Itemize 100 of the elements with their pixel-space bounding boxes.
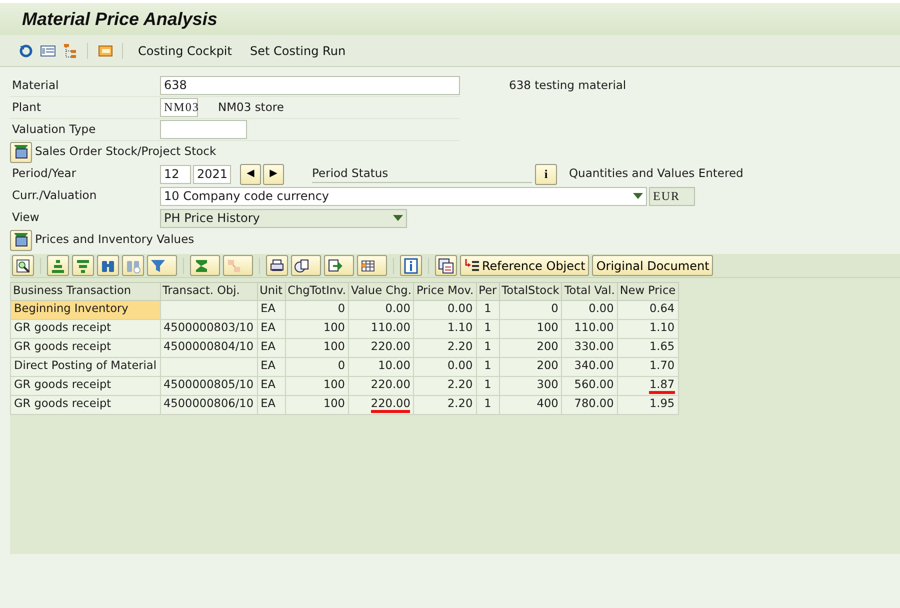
table-cell: 2.20 xyxy=(414,376,476,396)
refresh-icon[interactable] xyxy=(18,42,34,58)
table-cell: GR goods receipt xyxy=(10,319,160,338)
field-description: NM03 store xyxy=(218,98,284,116)
toolbar-button[interactable] xyxy=(435,255,457,276)
table-cell: GR goods receipt xyxy=(10,395,160,414)
table-cell: 400 xyxy=(499,395,562,414)
toolbar-button[interactable] xyxy=(400,255,422,276)
dropdown-arrow-icon xyxy=(393,215,403,221)
table-cell: 100 xyxy=(285,376,348,396)
column-header[interactable]: Value Chg. xyxy=(348,282,414,300)
toolbar-button[interactable] xyxy=(324,255,354,276)
field-label: View xyxy=(11,209,40,226)
next-button[interactable]: ▶ xyxy=(263,164,284,184)
table-cell: 1.10 xyxy=(617,319,678,338)
dropdown-field[interactable]: 10 Company code currency xyxy=(160,186,647,206)
table-cell: 220.00 xyxy=(348,338,414,358)
toolbar-button[interactable]: Reference Object xyxy=(460,255,590,276)
toolbar-button[interactable]: Original Document xyxy=(592,255,714,276)
table-cell: 100 xyxy=(285,395,348,414)
column-header[interactable]: ChgTotInv. xyxy=(285,282,348,300)
table-cell: 100 xyxy=(285,338,348,358)
export-icon xyxy=(327,258,343,274)
sort-descending-icon xyxy=(75,258,91,274)
reference-icon xyxy=(464,258,480,274)
table-cell: EA xyxy=(257,395,286,414)
info-icon xyxy=(403,258,419,274)
table-cell: 1 xyxy=(476,376,500,396)
table-cell: EA xyxy=(257,338,286,358)
list-icon[interactable] xyxy=(40,42,56,58)
table-cell: 10.00 xyxy=(348,357,414,376)
table-cell: 4500000804/10 xyxy=(160,338,258,358)
input-field[interactable]: 2021 xyxy=(193,164,231,184)
toolbar-button[interactable] xyxy=(291,255,321,276)
table-cell: Direct Posting of Material xyxy=(10,357,160,376)
toolbar-button[interactable]: Set Costing Run xyxy=(244,42,352,60)
field-label: Curr./Valuation xyxy=(11,187,98,204)
toolbar-button[interactable]: Costing Cockpit xyxy=(132,42,238,60)
table-cell: EA xyxy=(257,319,286,338)
table-cell: 100 xyxy=(285,319,348,338)
info-button[interactable]: i xyxy=(535,164,557,184)
filter-icon xyxy=(150,258,166,274)
hierarchy-icon[interactable] xyxy=(62,42,78,58)
sort-ascending-icon xyxy=(50,258,66,274)
table-cell: 0.00 xyxy=(348,300,414,320)
table-cell: 2.20 xyxy=(414,395,476,414)
section-toggle-button[interactable] xyxy=(10,142,32,162)
column-header[interactable]: Total Val. xyxy=(562,282,618,300)
field-label: Period/Year xyxy=(11,165,78,182)
table-cell: 1.65 xyxy=(617,338,678,358)
table-cell: 0.00 xyxy=(414,300,476,320)
table-cell: 780.00 xyxy=(562,395,618,414)
table-cell: 1 xyxy=(476,338,500,358)
input-field[interactable]: 638 xyxy=(160,76,460,95)
column-header[interactable]: Per xyxy=(476,282,500,300)
table-cell: GR goods receipt xyxy=(10,338,160,358)
table-cell: 1.10 xyxy=(414,319,476,338)
table-cell: 1 xyxy=(476,319,500,338)
column-header[interactable]: TotalStock xyxy=(499,282,562,300)
table-cell: 1 xyxy=(476,357,500,376)
layout-icon xyxy=(360,258,376,274)
column-header[interactable]: Business Transaction xyxy=(10,282,160,300)
input-field[interactable]: 12 xyxy=(160,164,191,184)
print-icon xyxy=(269,258,285,274)
table-cell: 0.00 xyxy=(414,357,476,376)
table-cell: 300 xyxy=(499,376,562,396)
toolbar-button[interactable] xyxy=(12,255,34,276)
table-cell: 1 xyxy=(476,300,500,320)
table-cell: Beginning Inventory xyxy=(10,300,160,320)
table-cell: 100 xyxy=(499,319,562,338)
input-field[interactable]: NM03 xyxy=(160,98,198,117)
table-cell: 4500000803/10 xyxy=(160,319,258,338)
column-header[interactable]: Price Mov. xyxy=(414,282,476,300)
table-cell: 200 xyxy=(499,357,562,376)
table-cell: EA xyxy=(257,376,286,396)
currency-field[interactable]: EUR xyxy=(649,186,695,206)
column-header[interactable]: New Price xyxy=(617,282,678,300)
section-label: Sales Order Stock/Project Stock xyxy=(35,143,216,160)
table-cell: 1.87 xyxy=(617,376,678,396)
input-field[interactable] xyxy=(160,120,247,139)
column-header[interactable]: Transact. Obj. xyxy=(160,282,258,300)
table-cell: 110.00 xyxy=(562,319,618,338)
toolbar-button[interactable] xyxy=(357,255,387,276)
table-cell: 0 xyxy=(285,300,348,320)
previous-button[interactable]: ◀ xyxy=(240,164,261,184)
column-header[interactable]: Unit xyxy=(257,282,286,300)
table-cell: 220.00 xyxy=(348,395,414,414)
toolbar-button[interactable] xyxy=(266,255,288,276)
table-cell: 560.00 xyxy=(562,376,618,396)
field-label: Plant xyxy=(11,98,42,116)
field-label: Valuation Type xyxy=(11,120,97,138)
table-cell: 0.64 xyxy=(617,300,678,320)
table-cell: EA xyxy=(257,357,286,376)
section-toggle-button[interactable] xyxy=(10,230,32,250)
field-description: 638 testing material xyxy=(509,76,626,94)
table-cell: 1 xyxy=(476,395,500,414)
sum-icon xyxy=(193,258,209,274)
table-cell: 0 xyxy=(285,357,348,376)
dropdown-field[interactable]: PH Price History xyxy=(160,208,407,228)
table-cell: 200 xyxy=(499,338,562,358)
